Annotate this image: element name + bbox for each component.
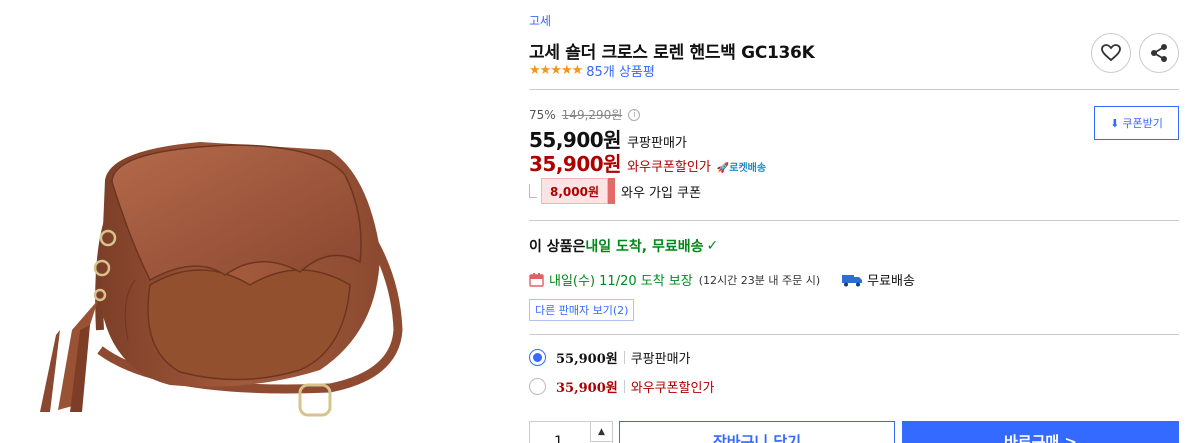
heart-icon: [1101, 44, 1121, 62]
option-label: 와우쿠폰할인가: [630, 381, 715, 396]
divider: [529, 334, 1179, 335]
option-price: 35,900원: [556, 381, 618, 396]
option-price: 55,900원: [556, 352, 618, 367]
coupon-label: 와우 가입 쿠폰: [621, 185, 702, 201]
wow-coupon-row: 8,000원 와우 가입 쿠폰: [529, 178, 701, 204]
wow-price-label: 와우쿠폰할인가: [627, 160, 711, 175]
other-sellers-button[interactable]: 다른 판매자 보기(2): [529, 299, 635, 321]
wow-price-row: 35,900원 와우쿠폰할인가 🚀로켓배송: [529, 148, 766, 177]
delivery-prefix: 이 상품은: [529, 239, 586, 255]
coupon-connector: [529, 184, 537, 198]
rating-stars: ★★★★★: [529, 63, 583, 78]
delivery-headline: 이 상품은 내일 도착, 무료배송 ✓: [529, 236, 718, 256]
quantity-stepper[interactable]: 1 ▲: [529, 421, 613, 443]
check-icon: ✓: [706, 238, 719, 254]
delivery-cutoff: (12시간 23분 내 주문 시): [698, 273, 821, 287]
coupon-amount-tag: 8,000원: [541, 178, 608, 204]
radio-selected[interactable]: [529, 349, 546, 366]
wishlist-button[interactable]: [1091, 33, 1131, 73]
coupon-tag-end: [608, 178, 615, 204]
coupon-download-label: 쿠폰받기: [1122, 117, 1163, 130]
delivery-date: 내일(수) 11/20 도착 보장: [549, 274, 693, 289]
option-separator: [623, 351, 625, 364]
download-icon: ⬇: [1110, 116, 1120, 130]
truck-icon: [842, 274, 863, 286]
info-icon[interactable]: i: [628, 108, 641, 121]
rocket-delivery-badge: 🚀로켓배송: [716, 163, 767, 174]
delivery-highlight: 내일 도착, 무료배송: [585, 239, 704, 255]
product-title: 고세 숄더 크로스 로렌 핸드백 GC136K: [529, 43, 815, 63]
brand-link[interactable]: 고세: [529, 12, 551, 29]
price-option-wow[interactable]: 35,900원 와우쿠폰할인가: [529, 377, 714, 396]
coupon-download-button[interactable]: ⬇ 쿠폰받기: [1094, 106, 1179, 140]
option-label: 쿠팡판매가: [630, 352, 691, 367]
share-button[interactable]: [1139, 33, 1179, 73]
review-count-link[interactable]: 85개 상품평: [586, 61, 655, 80]
quantity-up-icon[interactable]: ▲: [590, 422, 612, 442]
add-to-cart-button[interactable]: 장바구니 담기: [619, 421, 895, 443]
discount-rate: 75%: [529, 107, 556, 122]
share-icon: [1151, 44, 1167, 62]
delivery-info-row: 내일(수) 11/20 도착 보장 (12시간 23분 내 주문 시) 무료배송: [529, 270, 915, 289]
price-option-coupang[interactable]: 55,900원 쿠팡판매가: [529, 348, 691, 367]
quantity-value[interactable]: 1: [554, 434, 563, 443]
calendar-icon: [529, 273, 544, 287]
buy-now-button[interactable]: 바로구매 >: [902, 421, 1179, 443]
discount-row: 75% 149,290원 i: [529, 106, 641, 123]
product-image: [0, 0, 500, 443]
wow-price: 35,900원: [529, 152, 622, 176]
divider: [529, 89, 1179, 90]
product-info-panel: 고세 고세 숄더 크로스 로렌 핸드백 GC136K ★★★★★ 85개 상품평…: [529, 0, 1179, 443]
original-price: 149,290원: [561, 108, 623, 122]
divider: [529, 220, 1179, 221]
rating: ★★★★★ 85개 상품평: [529, 61, 655, 80]
radio-unselected[interactable]: [529, 378, 546, 395]
option-separator: [623, 380, 625, 393]
free-shipping-label: 무료배송: [867, 274, 915, 289]
